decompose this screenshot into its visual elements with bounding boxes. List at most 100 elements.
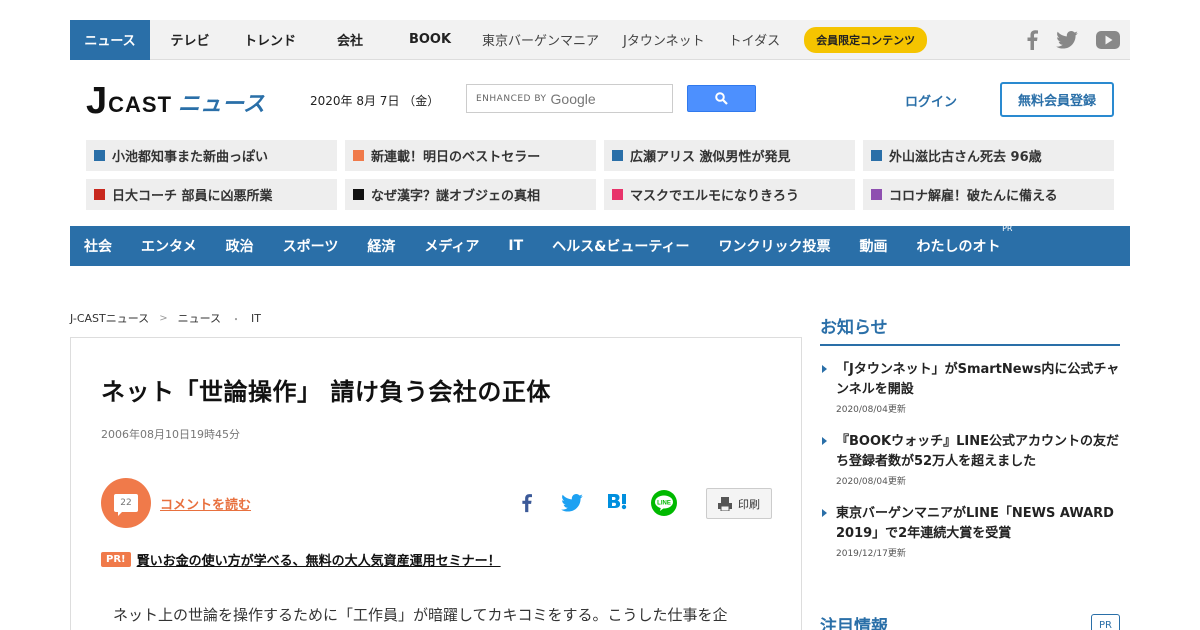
article-timestamp: 2006年08月10日19時45分	[101, 428, 240, 441]
topnav-item-toidas[interactable]: トイダス	[717, 20, 792, 60]
notice-item[interactable]: 『BOOKウォッチ』LINE公式アカウントの友だち登録者数が52万人を超えました…	[822, 432, 1120, 487]
sidebar-divider	[820, 344, 1120, 346]
print-label: 印刷	[738, 497, 760, 511]
facebook-share-icon[interactable]	[503, 488, 549, 518]
breadcrumb-item[interactable]: IT	[251, 312, 261, 325]
notice-date: 2020/08/04更新	[836, 477, 906, 487]
chip-marker	[353, 189, 364, 200]
twitter-icon[interactable]	[1056, 30, 1078, 49]
chip-label: 日大コーチ 部員に凶悪所業	[112, 189, 273, 204]
pr-ad-line[interactable]: PR! 賢いお金の使い方が学べる、無料の大人気資産運用セミナー！	[101, 550, 501, 569]
category-one-click-vote[interactable]: ワンクリック投票	[719, 236, 831, 256]
chip-marker	[94, 189, 105, 200]
topic-chip[interactable]: マスクでエルモになりきろう	[604, 179, 855, 210]
svg-text:LINE: LINE	[657, 501, 671, 507]
search-input[interactable]: ENHANCED BY Google	[466, 84, 673, 113]
line-share-icon[interactable]: LINE	[641, 488, 687, 518]
breadcrumb-separator-icon: ・	[231, 314, 242, 326]
category-entame[interactable]: エンタメ	[141, 236, 197, 256]
facebook-icon[interactable]	[1026, 29, 1038, 50]
logo-cast: CAST	[108, 92, 173, 117]
category-media[interactable]: メディア	[424, 236, 479, 256]
logo-news: ニュース	[178, 92, 265, 117]
topnav-item-tv[interactable]: テレビ	[150, 20, 230, 60]
youtube-icon[interactable]	[1096, 30, 1120, 49]
chip-marker	[612, 150, 623, 161]
topic-chip[interactable]: 小池都知事また新曲っぽい	[86, 140, 337, 171]
category-politics[interactable]: 政治	[226, 236, 254, 256]
jcast-logo[interactable]: J CAST ニュース	[86, 80, 276, 120]
search-button[interactable]	[687, 85, 756, 112]
share-buttons: LINE	[503, 488, 687, 518]
chip-label: 広瀬アリス 激似男性が発見	[630, 150, 791, 165]
category-health-beauty[interactable]: ヘルス&ビューティー	[552, 236, 689, 256]
print-button[interactable]: 印刷	[706, 488, 772, 519]
search-google-label: Google	[550, 90, 596, 107]
comment-count: 22	[114, 494, 138, 516]
sidebar-heading-featured: 注目情報	[820, 617, 888, 630]
topic-chip[interactable]: コロナ解雇！破たんに備える	[863, 179, 1114, 210]
category-video[interactable]: 動画	[860, 236, 888, 256]
topic-chip[interactable]: 外山滋比古さん死去 96歳	[863, 140, 1114, 171]
chip-marker	[612, 189, 623, 200]
topnav-item-jtown[interactable]: Jタウンネット	[611, 20, 717, 60]
category-society[interactable]: 社会	[84, 236, 112, 256]
notice-title[interactable]: 東京バーゲンマニアがLINE「NEWS AWARD 2019」で2年連続大賞を受…	[836, 504, 1120, 544]
arrow-right-icon	[822, 437, 827, 445]
topic-chip[interactable]: なぜ漢字？謎オブジェの真相	[345, 179, 596, 210]
category-label: わたしのオト	[916, 239, 1001, 255]
logo-j: J	[86, 80, 108, 122]
topnav-item-book[interactable]: BOOK	[390, 20, 470, 60]
arrow-right-icon	[822, 509, 827, 517]
topic-chips: 小池都知事また新曲っぽい 新連載！明日のベストセラー 広瀬アリス 激似男性が発見…	[86, 140, 1116, 210]
register-button[interactable]: 無料会員登録	[1000, 82, 1114, 117]
topic-chip[interactable]: 日大コーチ 部員に凶悪所業	[86, 179, 337, 210]
pr-badge: PR	[1002, 224, 1013, 233]
category-it[interactable]: IT	[508, 238, 523, 254]
topnav-item-news[interactable]: ニュース	[70, 19, 150, 60]
breadcrumb: J-CASTニュース > ニュース ・ IT	[70, 310, 261, 326]
breadcrumb-item[interactable]: J-CASTニュース	[70, 310, 149, 326]
article-body: ネット上の世論を操作するために「工作員」が暗躍してカキコミをする。こうした仕事を…	[113, 606, 728, 624]
topnav-item-bargain-mania[interactable]: 東京バーゲンマニア	[470, 20, 611, 60]
notice-title[interactable]: 「Jタウンネット」がSmartNews内に公式チャンネルを開設	[836, 360, 1120, 400]
arrow-right-icon	[822, 365, 827, 373]
printer-icon	[718, 496, 732, 511]
chip-label: 新連載！明日のベストセラー	[371, 150, 541, 165]
pr-ad-link[interactable]: 賢いお金の使い方が学べる、無料の大人気資産運用セミナー！	[137, 550, 501, 569]
article-card: ネット「世論操作」 請け負う会社の正体 2006年08月10日19時45分 22…	[70, 337, 802, 630]
top-navigation: ニュース テレビ トレンド 会社 BOOK 東京バーゲンマニア Jタウンネット …	[70, 19, 1130, 60]
chip-label: なぜ漢字？謎オブジェの真相	[371, 189, 541, 204]
notice-item[interactable]: 「Jタウンネット」がSmartNews内に公式チャンネルを開設 2020/08/…	[822, 360, 1120, 415]
hatena-bookmark-share-icon[interactable]	[595, 488, 641, 518]
search-icon	[715, 92, 728, 105]
category-bar: 社会 エンタメ 政治 スポーツ 経済 メディア IT ヘルス&ビューティー ワン…	[70, 224, 1130, 266]
topic-chip[interactable]: 新連載！明日のベストセラー	[345, 140, 596, 171]
category-watashi-no-oto[interactable]: わたしのオト PR	[916, 224, 1013, 256]
twitter-share-icon[interactable]	[549, 488, 595, 518]
chip-label: 小池都知事また新曲っぽい	[112, 150, 269, 165]
topic-chip[interactable]: 広瀬アリス 激似男性が発見	[604, 140, 855, 171]
notice-title[interactable]: 『BOOKウォッチ』LINE公式アカウントの友だち登録者数が52万人を超えました	[836, 432, 1120, 472]
notice-item[interactable]: 東京バーゲンマニアがLINE「NEWS AWARD 2019」で2年連続大賞を受…	[822, 504, 1120, 559]
category-economy[interactable]: 経済	[367, 236, 395, 256]
breadcrumb-separator-icon: >	[159, 312, 168, 324]
chip-label: 外山滋比古さん死去 96歳	[889, 150, 1042, 165]
sidebar-pr-badge: PR	[1091, 614, 1120, 630]
member-content-button[interactable]: 会員限定コンテンツ	[804, 26, 928, 53]
topnav-item-company[interactable]: 会社	[310, 20, 390, 60]
pr-badge: PR!	[101, 552, 131, 567]
chip-label: マスクでエルモになりきろう	[630, 189, 800, 204]
search-enhanced-label: ENHANCED BY	[476, 93, 547, 104]
chip-marker	[94, 150, 105, 161]
sidebar-heading-notices: お知らせ	[820, 318, 888, 338]
login-link[interactable]: ログイン	[905, 91, 957, 110]
topnav-item-trend[interactable]: トレンド	[230, 20, 310, 60]
category-sports[interactable]: スポーツ	[283, 236, 339, 256]
comment-bubble-icon[interactable]: 22	[101, 478, 151, 528]
breadcrumb-item[interactable]: ニュース	[178, 310, 221, 326]
notice-date: 2019/12/17更新	[836, 549, 906, 559]
read-comments-link[interactable]: コメントを読む	[160, 494, 251, 513]
chip-marker	[871, 150, 882, 161]
social-links	[1026, 29, 1130, 50]
